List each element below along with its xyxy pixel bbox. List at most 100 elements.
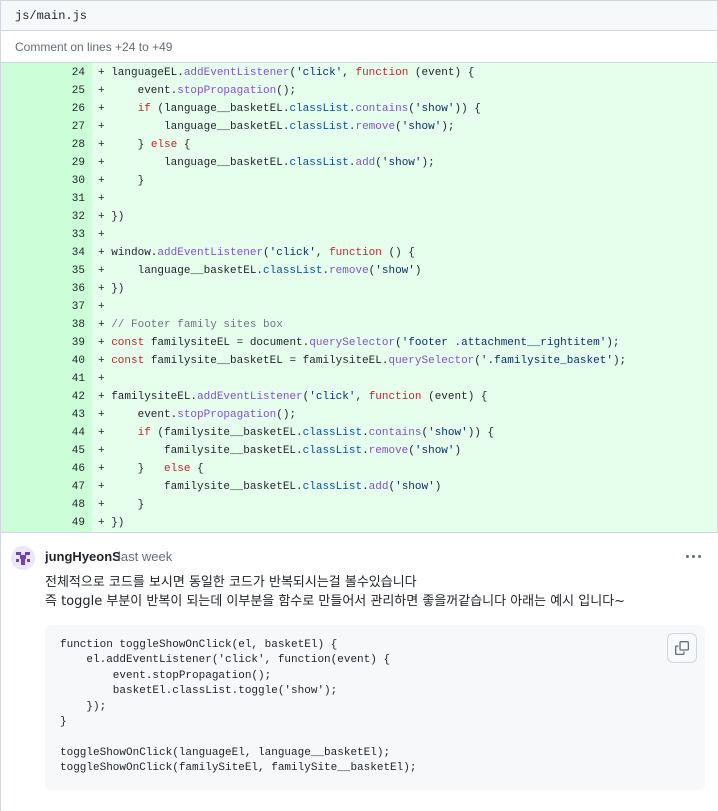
code-token: ( [408, 445, 415, 457]
diff-line-number[interactable]: 24 [1, 64, 92, 82]
diff-line-number[interactable]: 48 [1, 496, 92, 514]
code-token: 'show' [395, 481, 435, 493]
diff-line-number[interactable]: 39 [1, 334, 92, 352]
diff-line-number[interactable]: 46 [1, 460, 92, 478]
diff-line-number[interactable]: 42 [1, 388, 92, 406]
code-token: ( [474, 355, 481, 367]
diff-line-number[interactable]: 47 [1, 478, 92, 496]
diff-line: 42 + familysiteEL.addEventListener('click… [1, 388, 717, 406]
diff-line-number[interactable]: 45 [1, 442, 92, 460]
code-token: ( [395, 337, 402, 349]
diff-line-number[interactable]: 40 [1, 352, 92, 370]
diff-line-number[interactable]: 35 [1, 262, 92, 280]
diff-line: 29 + language__basketEL.classList.add('sh… [1, 154, 717, 172]
code-token: )) { [454, 103, 481, 115]
diff-line-code: + } else { [92, 136, 717, 154]
code-token: function [329, 247, 382, 259]
code-token: remove [368, 445, 409, 457]
diff-line-number[interactable]: 30 [1, 172, 92, 190]
kebab-horizontal-icon[interactable] [681, 547, 705, 565]
diff-line: 41 + [1, 370, 717, 388]
diff-line-code: + familysite__basketEL.classList.remove(… [92, 442, 717, 460]
code-token: remove [355, 121, 396, 133]
code-token: contains [355, 103, 409, 115]
diff-line: 28 + } else { [1, 136, 717, 154]
code-token: 'click' [309, 391, 356, 403]
diff-line: 36 + }) [1, 280, 717, 298]
code-token: addEventListener [183, 67, 290, 79]
file-path[interactable]: js/main.js [15, 9, 87, 23]
diff-line: 49 + }) [1, 514, 717, 532]
code-token: 'show' [375, 265, 415, 277]
diff-line: 32 + }) [1, 208, 717, 226]
diff-line-number[interactable]: 43 [1, 406, 92, 424]
diff-line-number[interactable]: 26 [1, 100, 92, 118]
diff-line: 35 + language__basketEL.classList.remove(… [1, 262, 717, 280]
code-token: + [98, 103, 138, 115]
code-token: stopPropagation [177, 409, 277, 421]
diff-line-number[interactable]: 27 [1, 118, 92, 136]
code-token: classList [302, 445, 363, 457]
code-token: familysite__basketEL = familysiteEL. [144, 355, 389, 367]
code-token: 'show' [381, 157, 422, 169]
diff-line: 37 + [1, 298, 717, 316]
code-token: function [355, 67, 409, 79]
code-token: + } [98, 139, 151, 151]
diff-line-number[interactable]: 38 [1, 316, 92, 334]
code-token: , [315, 247, 330, 259]
code-token: ) [414, 265, 422, 277]
code-token: + }) [98, 283, 125, 295]
code-token: ); [612, 355, 627, 367]
code-token: 'show' [414, 103, 455, 115]
code-token: contains [368, 427, 422, 439]
diff-line-number[interactable]: 41 [1, 370, 92, 388]
diff-line-number[interactable]: 33 [1, 226, 92, 244]
code-token: classList [302, 481, 363, 493]
code-token: 'show' [414, 445, 455, 457]
diff-line-number[interactable]: 25 [1, 82, 92, 100]
code-token: + language__basketEL. [98, 121, 290, 133]
code-token: (); [276, 409, 297, 421]
code-token: + [98, 319, 112, 331]
diff-line-number[interactable]: 32 [1, 208, 92, 226]
code-token: + } [98, 175, 145, 187]
diff-line-number[interactable]: 29 [1, 154, 92, 172]
code-token: + [98, 355, 112, 367]
code-token: querySelector [388, 355, 475, 367]
code-token: else [164, 463, 191, 475]
comment-timestamp[interactable]: last week [118, 549, 172, 564]
code-token: . [362, 481, 369, 493]
diff-line: 47 + familysite__basketEL.classList.add('… [1, 478, 717, 496]
code-token: classList [289, 121, 349, 133]
diff-line-code: + } else { [92, 460, 717, 478]
diff-line-number[interactable]: 37 [1, 298, 92, 316]
diff-line-number[interactable]: 44 [1, 424, 92, 442]
code-token: { [177, 139, 191, 151]
code-token: ( [408, 103, 415, 115]
code-token: (familysite__basketEL. [150, 427, 303, 439]
code-token: + }) [98, 211, 125, 223]
comment-range-text: Comment on lines +24 to +49 [15, 39, 173, 54]
code-token: (language__basketEL. [150, 103, 290, 115]
diff-line: 26 + if (language__basketEL.classList.con… [1, 100, 717, 118]
diff-line-number[interactable]: 34 [1, 244, 92, 262]
code-token: () { [381, 247, 415, 259]
copy-button[interactable] [667, 633, 697, 663]
diff-line-code: + familysite__basketEL.classList.add('sh… [92, 478, 717, 496]
code-token: + familysiteEL. [98, 391, 198, 403]
code-token: else [150, 139, 178, 151]
code-token: classList [263, 265, 323, 277]
diff-line-number[interactable]: 36 [1, 280, 92, 298]
diff-line: 31 + [1, 190, 717, 208]
comment-author[interactable]: jungHyeonS [45, 549, 121, 564]
avatar[interactable] [11, 546, 35, 570]
code-token: (); [276, 85, 297, 97]
code-token: + [98, 229, 105, 241]
diff-line-number[interactable]: 49 [1, 514, 92, 532]
diff-line: 33 + [1, 226, 717, 244]
diff-line-code: + if (familysite__basketEL.classList.con… [92, 424, 717, 442]
code-token: . [362, 445, 369, 457]
pull-request-review-thread: js/main.js Comment on lines +24 to +49 2… [0, 0, 718, 811]
diff-line-number[interactable]: 28 [1, 136, 92, 154]
diff-line-number[interactable]: 31 [1, 190, 92, 208]
